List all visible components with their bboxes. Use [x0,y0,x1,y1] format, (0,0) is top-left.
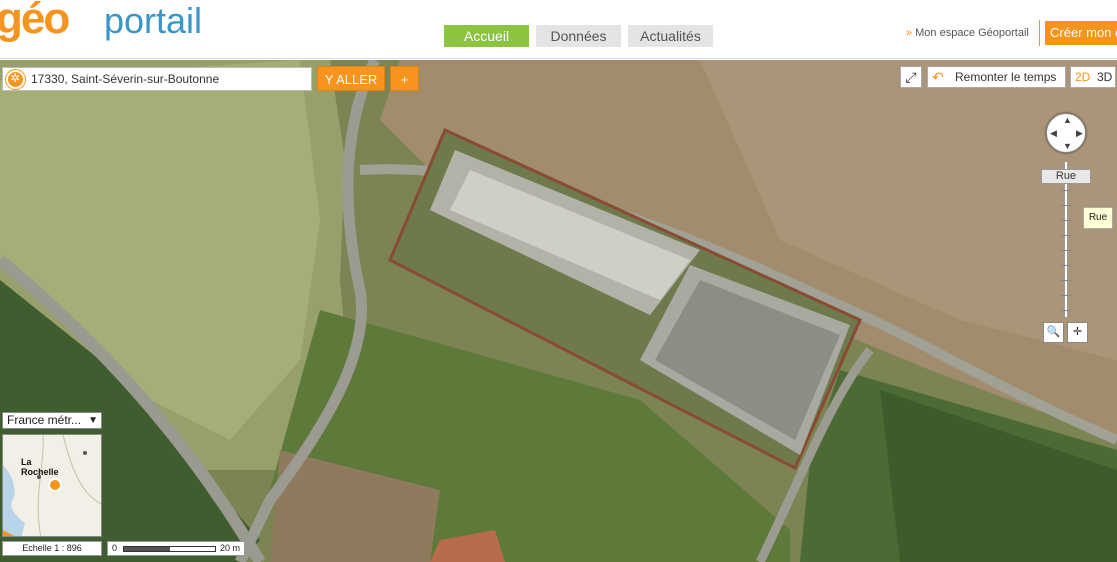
geoportail-logo[interactable]: géo portail [0,0,215,46]
aerial-map[interactable] [0,60,1117,562]
territory-select[interactable]: France métr... ▼ [2,412,102,429]
scale-bar-graphic [123,546,216,552]
add-button[interactable]: + [390,66,419,91]
mon-espace-link[interactable]: » Mon espace Géoportail [906,27,1029,39]
tab-actualites[interactable]: Actualités [628,25,713,47]
creer-compte-button[interactable]: Créer mon e [1045,21,1117,45]
expand-icon[interactable]: ⤢ [900,66,922,88]
zoom-level-handle[interactable]: Rue [1041,169,1091,184]
view-mode-toggle: 2D 3D [1070,66,1116,88]
zoom-tick [1060,190,1072,191]
remonter-label: Remonter le temps [955,70,1057,84]
header-divider [1039,20,1040,46]
remonter-le-temps-button[interactable]: ↶ Remonter le temps [927,66,1066,88]
geoportail-app: géo portail Accueil Données Actualités »… [0,0,1117,562]
zoom-tick [1060,205,1072,206]
pan-left-icon[interactable]: ◀ [1050,128,1057,139]
tab-accueil[interactable]: Accueil [444,25,529,47]
minimap-city-label: La Rochelle [21,457,59,477]
territory-selected: France métr... [7,413,82,427]
logo-portail-text: portail [104,0,203,41]
tab-donnees[interactable]: Données [536,25,621,47]
mode-2d-button[interactable]: 2D [1075,67,1090,87]
locate-crosshair-icon[interactable]: ✛ [1067,322,1088,343]
pan-up-icon[interactable]: ▲ [1063,115,1072,125]
minimap-city-line2: Rochelle [21,467,59,477]
zoom-tick [1060,280,1072,281]
location-pin-icon[interactable] [6,70,25,89]
zoom-tooltip: Rue [1083,207,1113,229]
zoom-tick [1060,220,1072,221]
undo-arrow-icon: ↶ [932,69,944,85]
pan-down-icon[interactable]: ▼ [1063,141,1072,151]
scale-distance: 20 m [220,543,241,553]
aerial-imagery [0,60,1117,562]
scale-ratio: Echelle 1 : 896 [2,541,102,556]
zoom-search-icon[interactable]: 🔍 [1043,322,1064,343]
pan-right-icon[interactable]: ▶ [1076,128,1083,139]
zoom-tick [1060,310,1072,311]
mon-espace-label: Mon espace Géoportail [915,27,1029,39]
zoom-tick [1060,265,1072,266]
zoom-tick [1060,295,1072,296]
location-pin-icon [48,478,62,492]
pan-arrows-icon[interactable]: ▲ ▼ ◀ ▶ [1046,113,1086,153]
main-nav: Accueil Données Actualités [444,25,713,47]
chevron-right-icon: » [906,27,913,39]
zoom-slider-track[interactable] [1064,162,1068,317]
zoom-tick [1060,250,1072,251]
search-bar [2,67,312,91]
scale-zero: 0 [112,543,118,553]
go-button[interactable]: Y ALLER [317,66,385,91]
logo-geo-text: géo [0,0,70,43]
overview-minimap[interactable]: La Rochelle [2,434,102,537]
zoom-tick [1060,235,1072,236]
mode-3d-button[interactable]: 3D [1097,67,1112,87]
minimap-city-line1: La [21,457,32,467]
chevron-down-icon: ▼ [88,415,98,426]
header: géo portail Accueil Données Actualités »… [0,0,1117,59]
search-input[interactable] [31,70,309,88]
scale-bar: 0 20 m [107,541,245,556]
